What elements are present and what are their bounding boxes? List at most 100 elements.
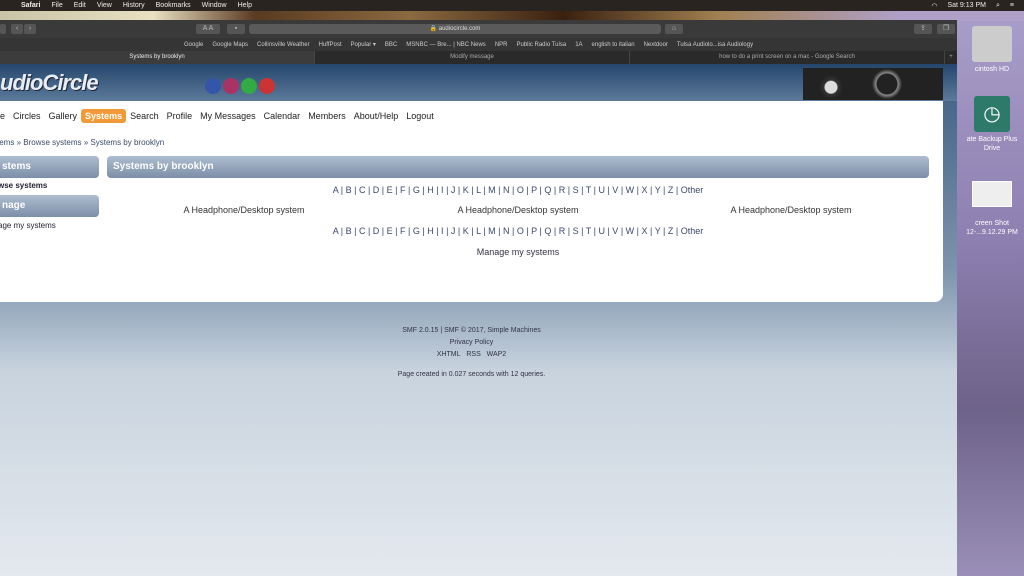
nav-about-help[interactable]: About/Help: [350, 109, 403, 123]
nav-home[interactable]: e: [0, 109, 9, 123]
lock-icon: 🔒: [429, 26, 438, 32]
footer-privacy[interactable]: Privacy Policy: [0, 339, 943, 346]
breadcrumb-current[interactable]: Systems by brooklyn: [90, 138, 164, 147]
back-button[interactable]: ‹: [11, 24, 23, 34]
letter-link[interactable]: G: [413, 185, 420, 195]
main-nav: e Circles Gallery Systems Search Profile…: [0, 109, 438, 123]
content-panel: e Circles Gallery Systems Search Profile…: [0, 101, 943, 302]
letter-index-top: A | B | C | D | E | F | G | H | I | J | …: [332, 185, 704, 195]
footer-links: XHTML RSS WAP2: [0, 351, 943, 358]
tabs-overview-button[interactable]: ❐: [937, 24, 955, 34]
letter-link[interactable]: M: [488, 185, 496, 195]
letter-link[interactable]: O: [517, 226, 524, 236]
menu-view[interactable]: View: [97, 2, 112, 9]
letter-index-bottom: A | B | C | D | E | F | G | H | I | J | …: [332, 226, 704, 236]
nav-calendar[interactable]: Calendar: [260, 109, 305, 123]
letter-link[interactable]: G: [413, 226, 420, 236]
sidebar-manage-header: nage: [0, 195, 99, 217]
menu-edit[interactable]: Edit: [74, 2, 86, 9]
letter-link[interactable]: W: [626, 226, 635, 236]
bookmarks-bar: Google Google Maps Collinsville Weather Huf…: [0, 38, 957, 51]
home-button[interactable]: ⌂: [665, 24, 683, 34]
nav-messages[interactable]: My Messages: [196, 109, 260, 123]
letter-link[interactable]: Other: [681, 185, 704, 195]
bookmark[interactable]: Google: [184, 42, 203, 48]
bookmark[interactable]: Nextdoor: [644, 42, 668, 48]
tab-modify-message[interactable]: Modify message: [315, 51, 630, 64]
ornaments-decoration: [205, 78, 275, 94]
screenshot-thumbnail-icon: [972, 181, 1012, 207]
time-machine-icon: ◷: [974, 96, 1010, 132]
breadcrumb: tems » Browse systems » Systems by brook…: [0, 138, 164, 147]
tab-google-search[interactable]: how to do a print screen on a mac - Goog…: [630, 51, 945, 64]
desktop-icon-hd[interactable]: cintosh HD: [961, 26, 1023, 74]
sidebar-systems-header: stems: [0, 156, 99, 178]
bookmark[interactable]: BBC: [385, 42, 397, 48]
address-bar[interactable]: 🔒 audiocircle.com: [249, 24, 661, 34]
bookmark[interactable]: HuffPost: [319, 42, 342, 48]
menu-window[interactable]: Window: [202, 2, 227, 9]
xhtml-link[interactable]: XHTML: [437, 351, 461, 358]
sidebar-manage-link[interactable]: age my systems: [0, 221, 56, 230]
search-icon[interactable]: ⌕: [996, 2, 1000, 10]
bookmark[interactable]: Popular ▾: [351, 41, 376, 48]
letter-link[interactable]: M: [488, 226, 496, 236]
system-link[interactable]: A Headphone/Desktop system: [144, 205, 344, 215]
nav-logout[interactable]: Logout: [402, 109, 438, 123]
forward-button[interactable]: ›: [24, 24, 36, 34]
sidebar-button[interactable]: [0, 24, 6, 34]
share-button[interactable]: ⇪: [914, 24, 932, 34]
desktop: cintosh HD ◷ ate Backup Plus Drive creen …: [957, 21, 1024, 576]
nav-gallery[interactable]: Gallery: [45, 109, 82, 123]
bookmark[interactable]: 1A: [575, 42, 582, 48]
rss-link[interactable]: RSS: [466, 351, 480, 358]
system-link[interactable]: A Headphone/Desktop system: [691, 205, 891, 215]
menu-file[interactable]: File: [51, 2, 62, 9]
bookmark[interactable]: Public Radio Tulsa: [516, 42, 566, 48]
menu-list-icon[interactable]: ≡: [1010, 2, 1014, 9]
mac-menubar: Safari File Edit View History Bookmarks …: [0, 0, 1024, 11]
breadcrumb-systems[interactable]: tems: [0, 138, 14, 147]
nav-circles[interactable]: Circles: [9, 109, 45, 123]
menu-history[interactable]: History: [123, 2, 145, 9]
desktop-icon-backup[interactable]: ◷ ate Backup Plus Drive: [961, 96, 1023, 153]
nav-profile[interactable]: Profile: [163, 109, 197, 123]
site-banner: udioCircle: [0, 64, 957, 101]
letter-link[interactable]: O: [517, 185, 524, 195]
manage-systems-link[interactable]: Manage my systems: [107, 247, 929, 257]
toolbar: ‹ › A A ▪ 🔒 audiocircle.com ⌂ ⇪ ❐: [0, 20, 957, 38]
menu-app[interactable]: Safari: [21, 2, 40, 9]
nav-members[interactable]: Members: [304, 109, 350, 123]
text-size-button[interactable]: A A: [196, 24, 220, 34]
hard-drive-icon: [972, 26, 1012, 62]
new-tab-button[interactable]: +: [945, 51, 957, 64]
web-page: udioCircle e Circles Gallery Systems Sea…: [0, 64, 957, 576]
nav-search[interactable]: Search: [126, 109, 163, 123]
bookmark[interactable]: MSNBC — Bre... | NBC News: [406, 42, 486, 48]
reader-button[interactable]: ▪: [227, 24, 245, 34]
tab-systems[interactable]: Systems by brooklyn: [0, 51, 315, 64]
site-logo[interactable]: udioCircle: [0, 70, 99, 96]
nav-systems[interactable]: Systems: [81, 109, 127, 123]
wifi-icon[interactable]: ◠: [931, 2, 937, 10]
bookmark[interactable]: english to italian: [592, 42, 635, 48]
footer-copyright[interactable]: SMF 2.0.15 | SMF © 2017, Simple Machines: [0, 327, 943, 334]
system-link[interactable]: A Headphone/Desktop system: [418, 205, 618, 215]
letter-link[interactable]: W: [626, 185, 635, 195]
bookmark[interactable]: Google Maps: [212, 42, 248, 48]
main-header: Systems by brooklyn: [107, 156, 929, 178]
tab-bar: Systems by brooklyn Modify message how t…: [0, 51, 957, 64]
footer-page-created: Page created in 0.027 seconds with 12 qu…: [397, 371, 546, 378]
breadcrumb-browse[interactable]: Browse systems: [23, 138, 81, 147]
sidebar-browse-link[interactable]: wse systems: [0, 181, 47, 190]
clock[interactable]: Sat 9:13 PM: [947, 2, 986, 9]
bookmark[interactable]: Collinsville Weather: [257, 42, 310, 48]
desktop-icon-screenshot[interactable]: creen Shot 12-...9.12.29 PM: [961, 181, 1023, 237]
menu-help[interactable]: Help: [238, 2, 252, 9]
bookmark[interactable]: NPR: [495, 42, 508, 48]
menu-bookmarks[interactable]: Bookmarks: [156, 2, 191, 9]
wap2-link[interactable]: WAP2: [487, 351, 507, 358]
letter-link[interactable]: Other: [681, 226, 704, 236]
bookmark[interactable]: Tulsa Audiolo...isa Audiology: [677, 42, 753, 48]
speakers-image: [803, 68, 943, 100]
